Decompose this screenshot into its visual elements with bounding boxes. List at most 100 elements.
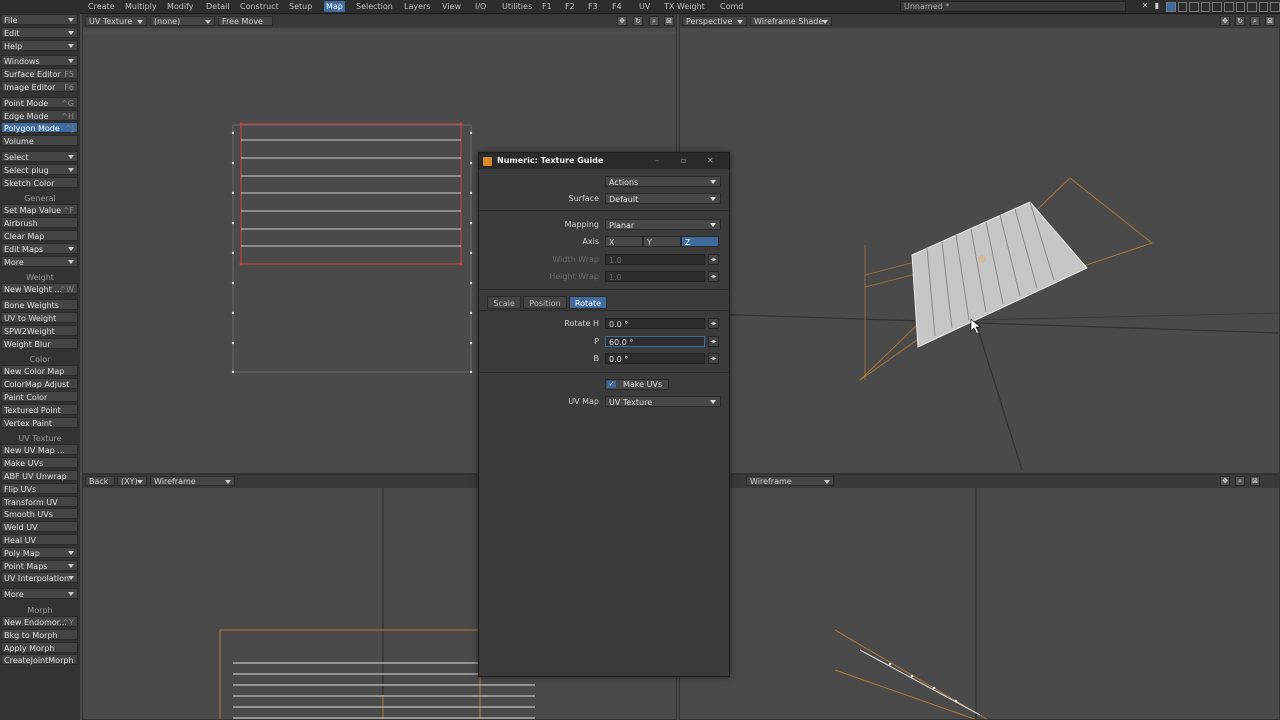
layer-2-button[interactable] — [1177, 2, 1188, 12]
toolbar-button-vertex-paint[interactable]: Vertex Paint — [1, 416, 78, 428]
tab-position[interactable]: Position — [523, 296, 567, 309]
actions-dropdown[interactable]: Actions — [605, 176, 721, 187]
topbar-tab-comd[interactable]: Comd — [718, 1, 745, 12]
topbar-tab-i-o[interactable]: I/O — [473, 1, 488, 12]
rotate-p-field[interactable]: 60.0 ° — [605, 336, 705, 347]
toolbar-button-bkg-to-morph[interactable]: Bkg to Morph — [1, 628, 78, 640]
topbar-tab-f4[interactable]: F4 — [610, 1, 624, 12]
toolbar-button-abf-uv-unwrap[interactable]: ABF UV Unwrap — [1, 470, 78, 481]
scene-dropdown[interactable]: Unnamed * — [900, 1, 1126, 12]
toolbar-button-select[interactable]: Select — [1, 151, 78, 162]
mapping-dropdown[interactable]: Planar — [605, 219, 721, 230]
bottom-right-viewport[interactable]: Wireframe ✥ ⌕ ⊠ — [679, 474, 1280, 720]
topbar-tab-create[interactable]: Create — [86, 1, 117, 12]
topbar-tab-utilities[interactable]: Utilities — [500, 1, 534, 12]
toolbar-button-new-endomor[interactable]: New Endomor... ^Y — [1, 616, 78, 627]
toolbar-button-help[interactable]: Help — [1, 39, 78, 51]
toolbar-button-edge-mode[interactable]: Edge Mode ^H — [1, 109, 78, 121]
toolbar-button-surface-editor[interactable]: Surface Editor F5 — [1, 68, 78, 80]
toolbar-button-clear-map[interactable]: Clear Map — [1, 230, 78, 241]
toolbar-button-edit-maps[interactable]: Edit Maps — [1, 242, 78, 254]
width-wrap-spinner[interactable]: ◂▸ — [708, 254, 719, 265]
close-icon[interactable]: ✕ — [707, 156, 714, 165]
toolbar-button-more[interactable]: More — [1, 255, 78, 267]
toolbar-button-airbrush[interactable]: Airbrush — [1, 217, 78, 229]
toolbar-button-createjointmorph[interactable]: CreateJointMorph — [1, 654, 78, 666]
toolbar-button-heal-uv[interactable]: Heal UV — [1, 534, 78, 545]
toolbar-button-more[interactable]: More — [1, 588, 78, 600]
topbar-tab-selection[interactable]: Selection — [354, 1, 395, 12]
toolbar-button-apply-morph[interactable]: Apply Morph — [1, 641, 78, 653]
topbar-tab-construct[interactable]: Construct — [238, 1, 281, 12]
layer-1-button[interactable] — [1166, 2, 1176, 12]
layer-buttons[interactable] — [1166, 2, 1280, 12]
layer-4-button[interactable] — [1200, 2, 1211, 12]
axis-button-x[interactable]: X — [605, 236, 643, 247]
layer-6-button[interactable] — [1223, 2, 1234, 12]
topbar-tab-f1[interactable]: F1 — [540, 1, 554, 12]
perspective-viewport[interactable]: Perspective Wireframe Shade ✥ ↻ ⌕ ⊠ — [679, 14, 1280, 474]
rotate-h-field[interactable]: 0.0 ° — [605, 318, 705, 329]
rotate-b-field[interactable]: 0.0 ° — [605, 353, 705, 364]
layer-10-button[interactable] — [1270, 2, 1280, 12]
width-wrap-field[interactable]: 1.0 — [605, 254, 705, 265]
maximize-icon[interactable]: ▫ — [681, 156, 686, 165]
axis-button-z[interactable]: Z — [681, 236, 719, 247]
toolbar-button-image-editor[interactable]: Image Editor F6 — [1, 81, 78, 92]
tab-rotate[interactable]: Rotate — [569, 296, 607, 309]
toolbar-button-weight-blur[interactable]: Weight Blur — [1, 337, 78, 349]
rotate-h-spinner[interactable]: ◂▸ — [708, 318, 719, 329]
toolbar-button-paint-color[interactable]: Paint Color — [1, 391, 78, 402]
toolbar-button-uv-to-weight[interactable]: UV to Weight — [1, 312, 78, 323]
toolbar-button-textured-point[interactable]: Textured Point — [1, 403, 78, 415]
toolbar-button-transform-uv[interactable]: Transform UV — [1, 495, 78, 507]
height-wrap-field[interactable]: 1.0 — [605, 271, 705, 282]
toolbar-button-set-map-value[interactable]: Set Map Value ^F — [1, 204, 78, 216]
toolbar-button-edit[interactable]: Edit — [1, 26, 78, 38]
surface-dropdown[interactable]: Default — [605, 193, 721, 204]
toolbar-button-select-plug[interactable]: Select plug — [1, 163, 78, 175]
topbar-tab-view[interactable]: View — [440, 1, 463, 12]
toolbar-button-file[interactable]: File — [1, 14, 78, 25]
toolbar-button-volume[interactable]: Volume — [1, 135, 78, 147]
topbar-tab-modify[interactable]: Modify — [165, 1, 196, 12]
toolbar-button-new-weight[interactable]: New Weight ... ^W — [1, 283, 78, 295]
topbar-tab-layers[interactable]: Layers — [402, 1, 432, 12]
toolbar-button-new-uv-map[interactable]: New UV Map ... — [1, 444, 78, 456]
toolbar-button-poly-map[interactable]: Poly Map — [1, 546, 78, 558]
toolbar-button-bone-weights[interactable]: Bone Weights — [1, 299, 78, 311]
make-uvs-toggle[interactable]: ✓ Make UVs — [605, 379, 669, 390]
axis-button-y[interactable]: Y — [643, 236, 681, 247]
layer-7-button[interactable] — [1235, 2, 1246, 12]
rotate-b-spinner[interactable]: ◂▸ — [708, 353, 719, 364]
layer-icon[interactable]: ▮ — [1152, 1, 1162, 11]
layer-3-button[interactable] — [1189, 2, 1199, 12]
topbar-tab-f3[interactable]: F3 — [586, 1, 600, 12]
topbar-tab-map[interactable]: Map — [324, 1, 345, 12]
toolbar-button-polygon-mode[interactable]: Polygon Mode ^J — [1, 122, 78, 134]
toolbar-button-windows[interactable]: Windows — [1, 55, 78, 67]
layer-8-button[interactable] — [1247, 2, 1257, 12]
rotate-p-spinner[interactable]: ◂▸ — [708, 336, 719, 347]
layer-9-button[interactable] — [1258, 2, 1269, 12]
toolbar-button-sketch-color[interactable]: Sketch Color — [1, 176, 78, 188]
uv-map-dropdown[interactable]: UV Texture — [605, 396, 721, 407]
topbar-tab-f2[interactable]: F2 — [563, 1, 577, 12]
height-wrap-spinner[interactable]: ◂▸ — [708, 271, 719, 282]
toolbar-button-point-mode[interactable]: Point Mode ^G — [1, 96, 78, 108]
topbar-tab-uv[interactable]: UV — [637, 1, 652, 12]
close-icon[interactable]: ✕ — [1140, 1, 1150, 11]
dialog-title-bar[interactable]: Numeric: Texture Guide – ▫ ✕ — [479, 153, 729, 169]
topbar-tab-tx-weight[interactable]: TX Weight — [662, 1, 707, 12]
layer-5-button[interactable] — [1212, 2, 1222, 12]
toolbar-button-spw2weight[interactable]: SPW2Weight — [1, 324, 78, 336]
toolbar-button-colormap-adjust[interactable]: ColorMap Adjust — [1, 378, 78, 390]
minimize-icon[interactable]: – — [655, 156, 659, 165]
toolbar-button-smooth-uvs[interactable]: Smooth UVs — [1, 508, 78, 520]
toolbar-button-weld-uv[interactable]: Weld UV — [1, 521, 78, 533]
toolbar-button-make-uvs[interactable]: Make UVs — [1, 457, 78, 469]
tab-scale[interactable]: Scale — [487, 296, 521, 309]
topbar-tab-detail[interactable]: Detail — [204, 1, 232, 12]
toolbar-button-flip-uvs[interactable]: Flip UVs — [1, 482, 78, 494]
toolbar-button-uv-interpolation[interactable]: UV Interpolation — [1, 572, 78, 584]
